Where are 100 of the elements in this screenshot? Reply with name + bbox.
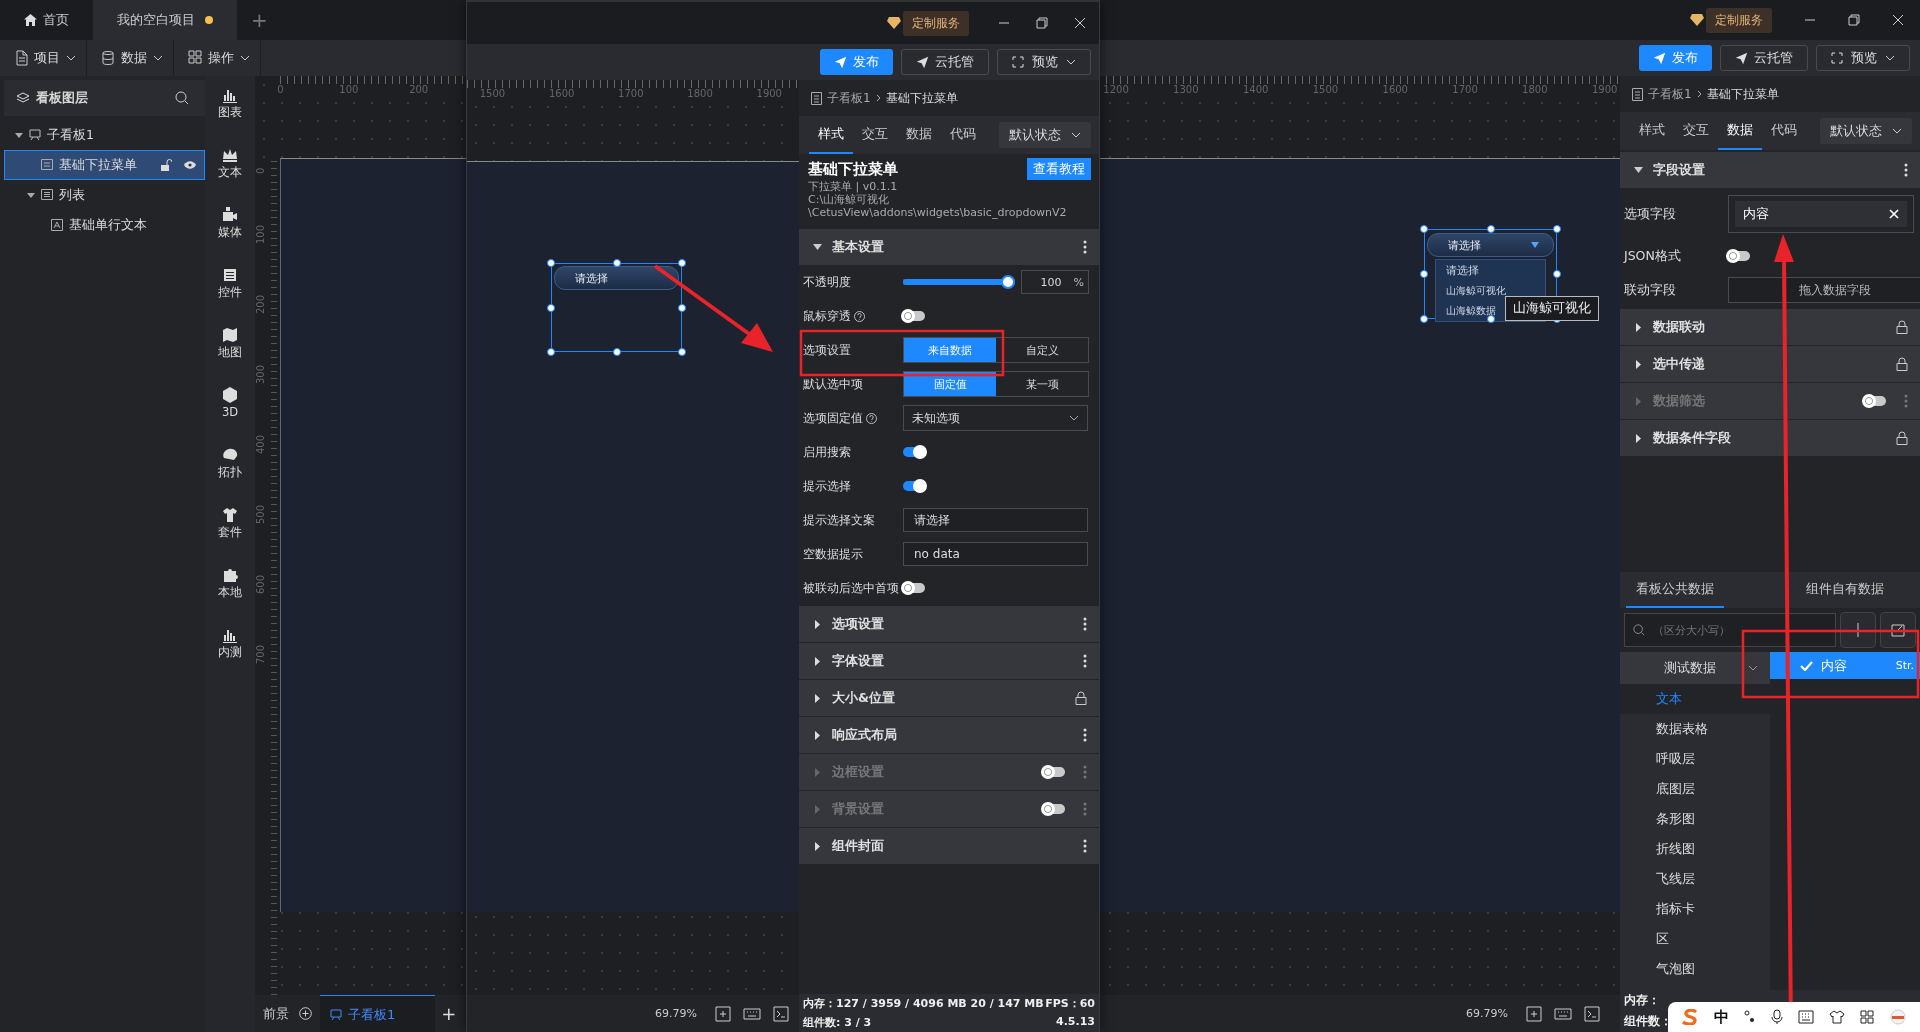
panel-tab[interactable]: 样式	[809, 116, 853, 154]
fit-screen-icon[interactable]	[715, 1005, 731, 1022]
punctuation-icon[interactable]	[1744, 1010, 1757, 1024]
help-icon[interactable]	[866, 412, 877, 424]
resize-handle[interactable]	[1486, 225, 1495, 233]
segment-option[interactable]: 某一项	[996, 372, 1088, 396]
input-field[interactable]: 请选择	[903, 508, 1088, 532]
dataset-item[interactable]: 条形图	[1620, 804, 1770, 834]
slider-thumb[interactable]	[1001, 275, 1015, 289]
resize-handle[interactable]	[1420, 315, 1428, 323]
input-field[interactable]: no data	[903, 542, 1088, 566]
custom-service-button[interactable]: 定制服务	[1706, 7, 1772, 33]
panel-tab[interactable]: 交互	[1674, 112, 1718, 150]
expand-triangle-icon[interactable]	[15, 131, 23, 139]
widget-category[interactable]: 地图	[218, 326, 242, 386]
more-vertical-icon[interactable]	[1904, 163, 1908, 177]
field-drop-zone[interactable]: 内容	[1728, 195, 1914, 233]
toggle-switch[interactable]	[903, 447, 925, 457]
lock-icon[interactable]	[1075, 691, 1087, 705]
add-icon[interactable]	[1840, 612, 1876, 648]
input-field[interactable]: 拖入数据字段	[1728, 277, 1920, 303]
breadcrumb-link[interactable]: 子看板1	[1648, 85, 1692, 103]
add-tab-button[interactable]: +	[435, 1003, 463, 1024]
help-icon[interactable]	[854, 310, 865, 322]
more-vertical-icon[interactable]	[1083, 839, 1087, 853]
resize-handle[interactable]	[1420, 225, 1428, 233]
toggle-switch[interactable]	[903, 481, 925, 491]
dataset-item[interactable]: 气泡图	[1620, 954, 1770, 984]
resize-handle[interactable]	[678, 348, 686, 356]
add-circle-icon[interactable]	[299, 1007, 312, 1020]
state-dropdown[interactable]: 默认状态	[1820, 118, 1912, 144]
widget-category[interactable]: 文本	[218, 146, 242, 206]
widget-category[interactable]: 3D	[220, 386, 240, 446]
resize-handle[interactable]	[678, 303, 686, 312]
keyboard-icon[interactable]	[743, 1006, 761, 1021]
layer-item[interactable]: 基础下拉菜单	[4, 150, 205, 180]
widget-category[interactable]: 套件	[218, 506, 242, 566]
panel-tab[interactable]: 数据	[1718, 112, 1762, 150]
widget-category[interactable]: 图表	[218, 86, 242, 146]
restore-icon[interactable]	[1036, 17, 1048, 29]
custom-service-button[interactable]: 定制服务	[903, 10, 969, 36]
lock-icon[interactable]	[1896, 431, 1908, 445]
dataset-item[interactable]: 底图层	[1620, 774, 1770, 804]
dropdown-option[interactable]: 请选择	[1436, 260, 1545, 281]
dataset-item[interactable]: 指标卡	[1620, 894, 1770, 924]
terminal-icon[interactable]	[1584, 1005, 1600, 1022]
layer-tab[interactable]: 子看板1	[320, 994, 436, 1032]
section-header[interactable]: 数据条件字段	[1620, 420, 1920, 456]
restore-icon[interactable]	[1848, 14, 1860, 26]
cloud-hosting-button[interactable]: 云托管	[1720, 45, 1808, 71]
resize-handle[interactable]	[678, 259, 686, 267]
data-tab[interactable]: 看板公共数据	[1626, 574, 1724, 608]
layer-item[interactable]: 子看板1	[4, 120, 205, 150]
layer-item[interactable]: 基础单行文本	[4, 210, 205, 240]
close-icon[interactable]	[1074, 17, 1086, 29]
resize-handle[interactable]	[1420, 270, 1428, 278]
eye-icon[interactable]	[184, 161, 196, 169]
add-tab-button[interactable]: +	[237, 8, 282, 32]
select-dropdown[interactable]: 未知选项	[903, 405, 1088, 431]
search-icon[interactable]	[175, 91, 189, 105]
lock-icon[interactable]	[1896, 320, 1908, 334]
project-tab[interactable]: 首页	[0, 0, 93, 40]
panel-tab[interactable]: 数据	[897, 116, 941, 154]
field-tag[interactable]: 内容	[1735, 201, 1907, 227]
section-header[interactable]: 选项设置	[799, 606, 1099, 642]
more-vertical-icon[interactable]	[1083, 240, 1087, 254]
dataset-item[interactable]: 区	[1620, 924, 1770, 954]
s-logo-icon[interactable]	[1681, 1009, 1700, 1025]
widget-category[interactable]: 控件	[218, 266, 242, 326]
section-header[interactable]: 字段设置	[1620, 152, 1920, 188]
layer-item[interactable]: 列表	[4, 180, 205, 210]
more-vertical-icon[interactable]	[1083, 617, 1087, 631]
dataset-item[interactable]: 文本	[1620, 684, 1770, 714]
number-field[interactable]: 100 %	[1021, 270, 1089, 294]
lock-icon[interactable]	[1896, 357, 1908, 371]
section-header[interactable]: 响应式布局	[799, 717, 1099, 753]
panel-tab[interactable]: 样式	[1630, 112, 1674, 150]
widget-category[interactable]: 内测	[218, 626, 242, 686]
preview-button[interactable]: 预览	[1816, 45, 1910, 71]
dropdown-widget[interactable]: 请选择	[554, 266, 679, 290]
section-header[interactable]: 数据联动	[1620, 309, 1920, 345]
dataset-dropdown[interactable]: 测试数据	[1620, 652, 1770, 684]
dataset-item[interactable]: 数据表格	[1620, 714, 1770, 744]
widget-category[interactable]: 拓扑	[218, 446, 242, 506]
resize-handle[interactable]	[547, 303, 555, 312]
expand-triangle-icon[interactable]	[27, 191, 35, 199]
input-mode-toggle[interactable]: 中	[1714, 1007, 1730, 1027]
resize-handle[interactable]	[547, 259, 555, 267]
toggle-switch[interactable]	[903, 311, 925, 321]
project-tab[interactable]: 我的空白项目	[93, 0, 237, 40]
close-icon[interactable]	[1892, 14, 1904, 26]
section-header[interactable]: 基本设置	[799, 229, 1099, 265]
terminal-icon[interactable]	[773, 1005, 789, 1022]
panel-tab[interactable]: 代码	[941, 116, 985, 154]
search-field[interactable]: （区分大小写）	[1624, 613, 1836, 647]
cloud-hosting-button[interactable]: 云托管	[901, 49, 989, 75]
shirt-icon[interactable]	[1828, 1010, 1845, 1024]
dataset-item[interactable]: 折线图	[1620, 834, 1770, 864]
segment-option[interactable]: 自定义	[996, 338, 1088, 362]
widget-category[interactable]: 媒体	[218, 206, 242, 266]
